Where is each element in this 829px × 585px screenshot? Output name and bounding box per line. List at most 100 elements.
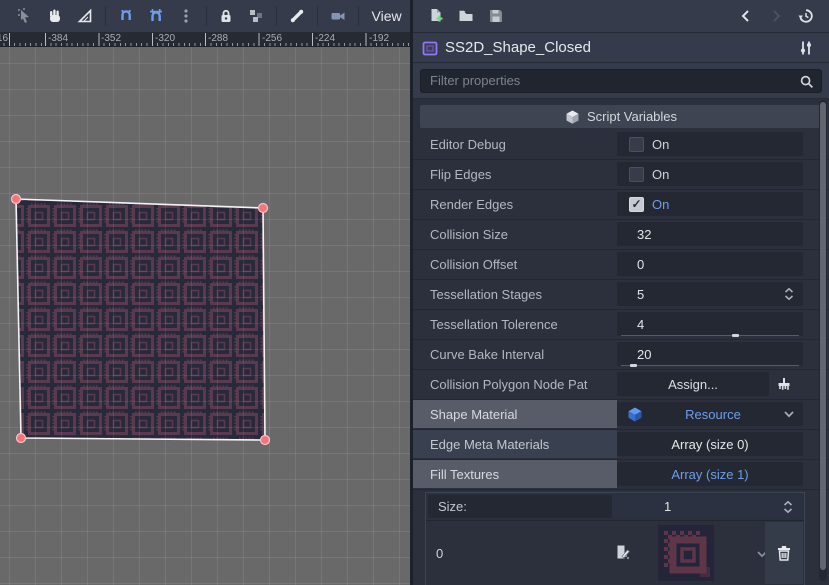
property-row-tessellation-stages: Tessellation Stages 5	[413, 280, 829, 310]
godot-editor: View -416 -384 -352 -320 -288 -256 -224 …	[0, 0, 829, 585]
checkbox-field[interactable]: On	[617, 162, 803, 186]
checkbox-label: On	[652, 167, 669, 182]
checkbox-label: On	[652, 137, 669, 152]
ruler-tool-icon[interactable]	[70, 3, 100, 29]
array-field[interactable]: Array (size 0)	[617, 432, 803, 456]
property-label: Flip Edges	[413, 160, 617, 188]
property-row-collision-size: Collision Size 32	[413, 220, 829, 250]
checkbox-field[interactable]: ✓ On	[617, 192, 803, 216]
property-row-collision-offset: Collision Offset 0	[413, 250, 829, 280]
checkbox-unchecked[interactable]	[629, 167, 644, 182]
trash-icon	[775, 544, 793, 562]
select-tool-icon[interactable]	[10, 3, 40, 29]
slider-field[interactable]: 20	[617, 342, 803, 366]
property-row-edge-meta-materials: Edge Meta Materials Array (size 0)	[413, 430, 829, 460]
checkbox-field[interactable]: On	[617, 132, 803, 156]
history-icon[interactable]	[791, 3, 821, 29]
property-label: Collision Size	[413, 220, 617, 248]
camera-icon[interactable]	[323, 3, 353, 29]
filter-properties-input[interactable]	[421, 73, 821, 88]
array-item-index: 0	[436, 521, 443, 585]
number-value: 32	[637, 227, 651, 242]
slider-track[interactable]	[621, 365, 799, 366]
section-script-variables[interactable]: Script Variables	[420, 105, 822, 128]
history-back-icon[interactable]	[731, 3, 761, 29]
object-tools-icon[interactable]	[791, 35, 821, 61]
scrollbar-grabber[interactable]	[820, 102, 826, 570]
property-label: Edge Meta Materials	[413, 430, 617, 458]
array-value: Array (size 0)	[617, 437, 803, 452]
canvas-pane: View -416 -384 -352 -320 -288 -256 -224 …	[0, 0, 410, 585]
number-field[interactable]: 32	[617, 222, 803, 246]
new-resource-icon[interactable]	[421, 3, 451, 29]
toolbar-separator	[358, 6, 359, 26]
checkbox-unchecked[interactable]	[629, 137, 644, 152]
ruler-label: -320	[155, 33, 175, 44]
view-menu-button[interactable]: View	[363, 3, 410, 29]
snap-options-icon[interactable]	[171, 3, 201, 29]
resource-field[interactable]: Resource	[617, 402, 803, 426]
lock-icon[interactable]	[211, 3, 241, 29]
grid-snap-icon[interactable]	[141, 3, 171, 29]
array-value: Array (size 1)	[617, 467, 803, 482]
bone-icon[interactable]	[282, 3, 312, 29]
load-resource-icon[interactable]	[451, 3, 481, 29]
search-icon	[799, 74, 815, 90]
property-row-render-edges: Render Edges ✓ On	[413, 190, 829, 220]
inspector-scrollbar[interactable]	[819, 100, 827, 581]
toolbar-separator	[317, 6, 318, 26]
property-label: Tessellation Tolerence	[413, 310, 617, 338]
ruler-label: -256	[262, 33, 282, 44]
slider-track[interactable]	[621, 335, 799, 336]
pan-tool-icon[interactable]	[40, 3, 70, 29]
smart-snap-icon[interactable]	[111, 3, 141, 29]
property-label: Render Edges	[413, 190, 617, 218]
shape-polygon[interactable]	[0, 47, 410, 585]
number-value: 0	[637, 257, 644, 272]
checkbox-checked[interactable]: ✓	[629, 197, 644, 212]
property-label: Editor Debug	[413, 130, 617, 158]
ruler-label: -416	[0, 33, 8, 44]
property-row-tessellation-tolerence: Tessellation Tolerence 4	[413, 310, 829, 340]
toolbar-separator	[276, 6, 277, 26]
number-field[interactable]: 0	[617, 252, 803, 276]
assign-button[interactable]: Assign...	[617, 372, 769, 396]
property-row-collision-polygon-node-path: Collision Polygon Node Pat Assign...	[413, 370, 829, 400]
array-field[interactable]: Array (size 1)	[617, 462, 803, 486]
ruler-label: -384	[48, 33, 68, 44]
spinner-arrows-icon[interactable]	[782, 495, 794, 518]
inspected-node-header: SS2D_Shape_Closed	[413, 33, 829, 63]
array-editor-panel: Size: 1 0	[425, 492, 805, 585]
property-label: Tessellation Stages	[413, 280, 617, 308]
property-label: Collision Polygon Node Pat	[413, 370, 617, 398]
slider-field[interactable]: 4	[617, 312, 803, 336]
history-forward-icon[interactable]	[761, 3, 791, 29]
group-icon[interactable]	[241, 3, 271, 29]
slider-grabber[interactable]	[630, 364, 637, 367]
filter-row	[413, 63, 829, 99]
script-cube-icon	[565, 109, 580, 125]
edit-resource-icon[interactable]	[614, 543, 632, 561]
spin-field[interactable]: 5	[617, 282, 803, 306]
texture-preview[interactable]	[658, 525, 714, 581]
slider-grabber[interactable]	[732, 334, 739, 337]
property-label: Fill Textures	[413, 460, 617, 488]
chevron-down-icon[interactable]	[783, 409, 795, 419]
array-item-row: 0	[426, 521, 804, 585]
property-row-flip-edges: Flip Edges On	[413, 160, 829, 190]
node-icon	[421, 39, 439, 57]
delete-item-button[interactable]	[765, 522, 803, 584]
pick-node-icon[interactable]	[769, 372, 799, 396]
resource-cube-icon	[627, 406, 643, 423]
2d-viewport[interactable]	[0, 47, 410, 585]
inspector-toolbar	[413, 0, 829, 33]
toolbar-separator	[206, 6, 207, 26]
number-value: 5	[637, 287, 644, 302]
filter-properties-field[interactable]	[420, 69, 822, 93]
array-size-field[interactable]: 1	[612, 495, 802, 518]
array-size-value: 1	[664, 499, 671, 514]
property-list: Editor Debug On Flip Edges On Render Edg…	[413, 130, 829, 585]
property-row-editor-debug: Editor Debug On	[413, 130, 829, 160]
spinner-arrows-icon[interactable]	[783, 282, 795, 306]
save-resource-icon[interactable]	[481, 3, 511, 29]
